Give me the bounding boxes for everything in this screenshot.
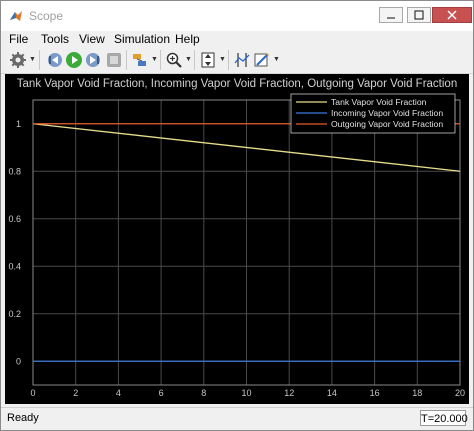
x-tick-label: 10 bbox=[241, 388, 251, 398]
x-tick-label: 16 bbox=[370, 388, 380, 398]
settings-dropdown-arrow[interactable]: ▼ bbox=[29, 56, 36, 63]
title-bar: Scope bbox=[1, 1, 473, 31]
scope-plot[interactable]: 0 2 4 6 8 10 12 14 16 18 2000.20.40.60.81Tank Vapo… bbox=[5, 74, 469, 404]
y-tick-label: 0 bbox=[16, 356, 21, 366]
menu-help[interactable]: Help bbox=[175, 32, 200, 46]
scale-dropdown-arrow[interactable]: ▼ bbox=[219, 56, 226, 63]
x-tick-label: 6 bbox=[159, 388, 164, 398]
y-tick-label: 0.8 bbox=[8, 166, 21, 176]
y-tick-label: 0.6 bbox=[8, 214, 21, 224]
menu-view[interactable]: View bbox=[79, 32, 105, 46]
toolbar-separator bbox=[39, 50, 40, 70]
x-tick-label: 14 bbox=[327, 388, 337, 398]
scope-window: Scope File Tools View Simulation Help ▼ bbox=[0, 0, 474, 431]
legend: Tank Vapor Void FractionIncoming Vapor V… bbox=[290, 93, 456, 134]
status-bar: Ready T=20.000 bbox=[1, 407, 473, 430]
toolbar-separator bbox=[228, 50, 229, 70]
window-title: Scope bbox=[29, 9, 64, 23]
y-tick-label: 0.2 bbox=[8, 309, 21, 319]
scope-figure: Tank Vapor Void Fraction, Incoming Vapor… bbox=[5, 74, 469, 404]
y-tick-label: 1 bbox=[16, 119, 21, 129]
legend-entry: Incoming Vapor Void Fraction bbox=[331, 108, 443, 118]
maximize-button[interactable] bbox=[407, 7, 431, 23]
x-tick-label: 0 bbox=[30, 388, 35, 398]
toolbar-separator bbox=[194, 50, 195, 70]
cursor-measurements-icon[interactable] bbox=[233, 51, 251, 69]
scale-axes-icon[interactable] bbox=[199, 51, 217, 69]
step-back-icon[interactable] bbox=[45, 51, 63, 69]
run-icon[interactable] bbox=[65, 51, 83, 69]
x-tick-label: 20 bbox=[455, 388, 465, 398]
simulation-time: T=20.000 bbox=[420, 410, 468, 426]
toolbar-separator bbox=[126, 50, 127, 70]
toolbar: ▼ ▼ ▼ ▼ ▼ bbox=[1, 47, 473, 74]
y-tick-label: 0.4 bbox=[8, 261, 21, 271]
stop-icon[interactable] bbox=[105, 51, 123, 69]
menu-bar: File Tools View Simulation Help bbox=[1, 31, 473, 47]
highlight-icon[interactable] bbox=[131, 51, 149, 69]
style-dropdown-arrow[interactable]: ▼ bbox=[273, 56, 280, 63]
x-tick-label: 2 bbox=[73, 388, 78, 398]
toolbar-separator bbox=[160, 50, 161, 70]
matlab-logo-icon bbox=[10, 11, 22, 21]
menu-simulation[interactable]: Simulation bbox=[114, 32, 170, 46]
x-tick-label: 8 bbox=[201, 388, 206, 398]
style-icon[interactable] bbox=[253, 51, 271, 69]
highlight-dropdown-arrow[interactable]: ▼ bbox=[151, 56, 158, 63]
menu-file[interactable]: File bbox=[9, 32, 28, 46]
minimize-button[interactable] bbox=[379, 7, 403, 23]
menu-tools[interactable]: Tools bbox=[41, 32, 69, 46]
step-forward-icon[interactable] bbox=[85, 51, 103, 69]
zoom-dropdown-arrow[interactable]: ▼ bbox=[185, 56, 192, 63]
status-text: Ready bbox=[7, 412, 39, 424]
zoom-icon[interactable] bbox=[165, 51, 183, 69]
settings-icon[interactable] bbox=[9, 51, 27, 69]
x-tick-label: 18 bbox=[412, 388, 422, 398]
x-tick-label: 12 bbox=[284, 388, 294, 398]
close-button[interactable] bbox=[432, 7, 472, 23]
legend-entry: Outgoing Vapor Void Fraction bbox=[331, 119, 443, 129]
legend-entry: Tank Vapor Void Fraction bbox=[331, 97, 427, 107]
x-tick-label: 4 bbox=[116, 388, 121, 398]
